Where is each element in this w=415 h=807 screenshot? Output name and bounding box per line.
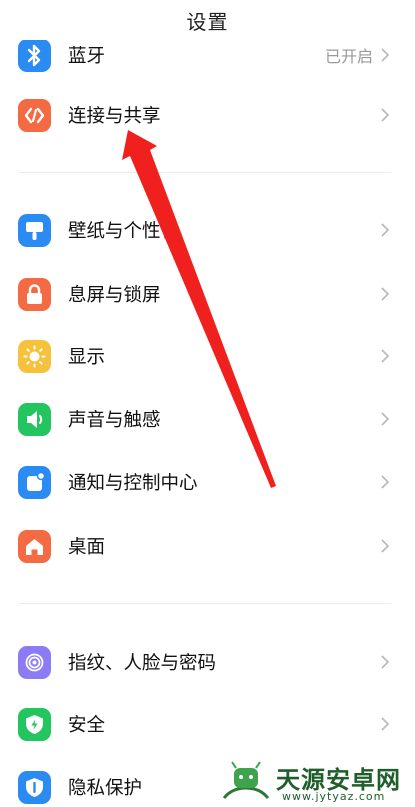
chevron-right-icon	[381, 287, 390, 301]
settings-item-label: 息屏与锁屏	[68, 285, 161, 306]
notification-icon	[18, 466, 51, 499]
chevron-right-icon	[381, 349, 390, 363]
home-icon	[18, 530, 51, 563]
settings-item-label: 显示	[68, 347, 106, 368]
settings-item-security[interactable]: 安全	[0, 693, 415, 755]
settings-item-label: 隐私保护	[68, 778, 143, 799]
settings-item-connection[interactable]: 连接与共享	[0, 84, 415, 146]
settings-item-notifications[interactable]: 通知与控制中心	[0, 451, 415, 513]
watermark-logo-icon	[222, 761, 270, 799]
privacy-icon	[18, 771, 51, 804]
bluetooth-status: 已开启	[324, 47, 373, 66]
fingerprint-icon	[18, 646, 51, 679]
chevron-right-icon	[381, 475, 390, 489]
section-divider	[18, 603, 391, 604]
watermark-url: www.jytyaz.com	[282, 790, 386, 803]
settings-item-wallpaper[interactable]: 壁纸与个性化	[0, 199, 415, 261]
wallpaper-icon	[18, 214, 51, 247]
chevron-right-icon	[381, 655, 390, 669]
settings-item-label: 通知与控制中心	[68, 473, 198, 494]
shield-icon	[18, 708, 51, 741]
connection-share-icon	[18, 99, 51, 132]
settings-item-label: 安全	[68, 715, 106, 736]
settings-item-fingerprint[interactable]: 指纹、人脸与密码	[0, 631, 415, 693]
settings-item-label: 壁纸与个性化	[68, 221, 180, 242]
watermark: 天源安卓网 www.jytyaz.com	[218, 756, 415, 807]
bluetooth-icon	[18, 39, 51, 72]
settings-item-label: 指纹、人脸与密码	[68, 653, 217, 674]
settings-item-lockscreen[interactable]: 息屏与锁屏	[0, 263, 415, 325]
lock-icon	[18, 278, 51, 311]
section-divider	[18, 172, 391, 173]
settings-item-label: 声音与触感	[68, 410, 161, 431]
page-title: 设置	[186, 10, 229, 34]
sun-icon	[18, 340, 51, 373]
chevron-right-icon	[381, 108, 390, 122]
settings-item-desktop[interactable]: 桌面	[0, 515, 415, 577]
chevron-right-icon	[381, 412, 390, 426]
chevron-right-icon	[381, 223, 390, 237]
chevron-right-icon	[381, 539, 390, 553]
settings-item-label: 桌面	[68, 537, 106, 558]
settings-item-sound[interactable]: 声音与触感	[0, 388, 415, 450]
header-bar: 设置	[0, 0, 415, 40]
chevron-right-icon	[381, 717, 390, 731]
settings-item-label: 蓝牙	[68, 46, 106, 67]
chevron-right-icon	[381, 48, 390, 62]
settings-item-label: 连接与共享	[68, 106, 161, 127]
speaker-icon	[18, 403, 51, 436]
settings-item-display[interactable]: 显示	[0, 325, 415, 387]
